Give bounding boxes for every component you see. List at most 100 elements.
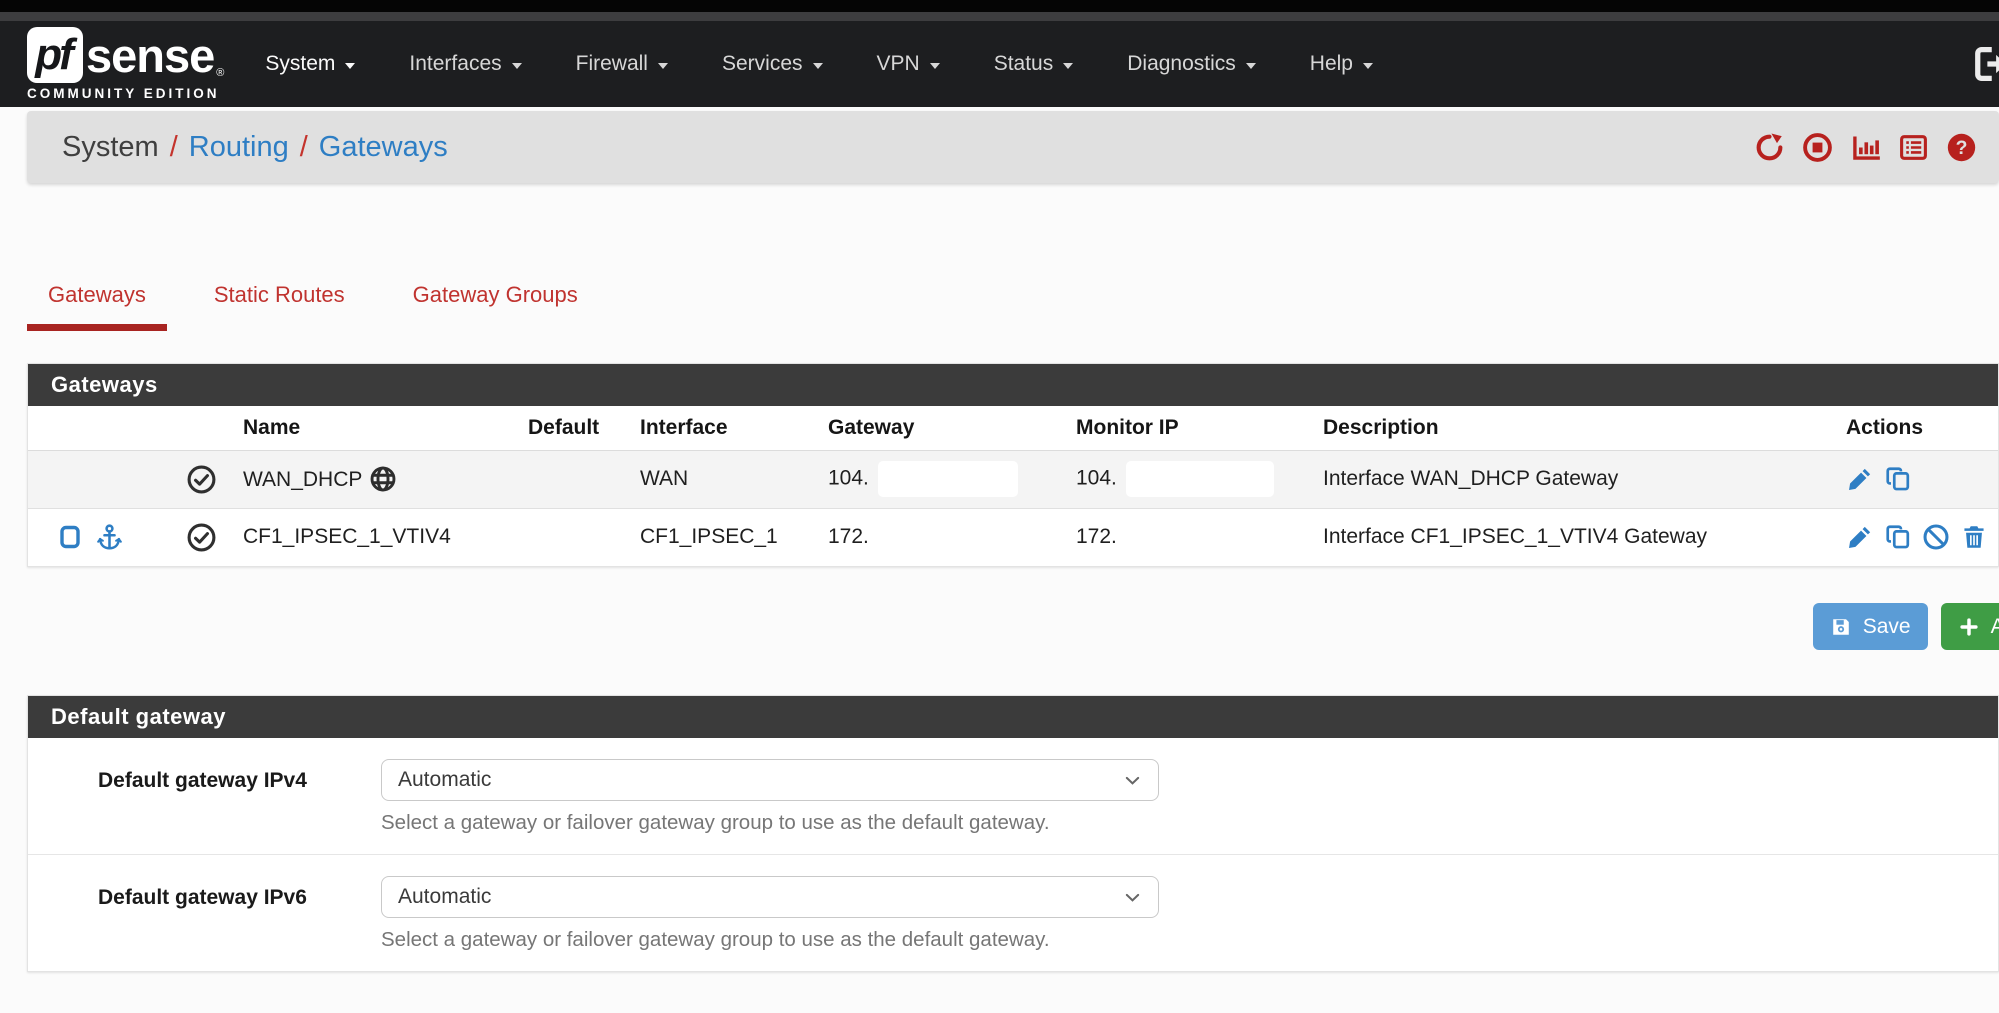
sign-out-icon[interactable] <box>1969 43 1999 85</box>
chevron-down-icon <box>1123 888 1142 907</box>
edit-icon[interactable] <box>1846 465 1874 493</box>
breadcrumb-separator: / <box>300 131 308 163</box>
gateways-table: Name Default Interface Gateway Monitor I… <box>28 406 1998 566</box>
help-icon[interactable]: ? <box>1946 132 1977 163</box>
nav-item-interfaces[interactable]: Interfaces <box>382 40 548 88</box>
actions-cell <box>1846 450 1998 508</box>
handles-cell <box>28 450 178 508</box>
field-row-ipv4: Default gateway IPv4 Automatic Select a … <box>28 738 1998 855</box>
selected-value: Automatic <box>398 768 491 792</box>
breadcrumb: System / Routing / Gateways <box>62 131 448 164</box>
nav-item-vpn[interactable]: VPN <box>850 40 967 88</box>
nav-item-label: Firewall <box>576 52 648 76</box>
breadcrumb-link-routing[interactable]: Routing <box>189 131 289 163</box>
default-gateway-panel-title: Default gateway <box>28 696 1998 738</box>
gateways-panel: Gateways Name Default Interface Gateway … <box>27 363 1999 567</box>
status-cell <box>178 450 243 508</box>
disable-icon[interactable] <box>1922 523 1950 551</box>
select-box-icon[interactable] <box>58 524 82 550</box>
nav-item-status[interactable]: Status <box>967 40 1101 88</box>
col-header-default: Default <box>528 406 640 450</box>
refresh-icon[interactable] <box>1754 132 1785 163</box>
status-cell <box>178 508 243 566</box>
nav-item-services[interactable]: Services <box>695 40 850 88</box>
check-circle-icon <box>186 464 243 495</box>
tab-gateways[interactable]: Gateways <box>27 269 167 331</box>
anchor-icon[interactable] <box>88 523 123 552</box>
community-edition-label: COMMUNITY EDITION <box>27 86 224 101</box>
field-row-ipv6: Default gateway IPv6 Automatic Select a … <box>28 855 1998 971</box>
gateways-panel-title: Gateways <box>28 364 1998 406</box>
col-header-monitor-ip: Monitor IP <box>1076 406 1323 450</box>
interface-cell: CF1_IPSEC_1 <box>640 508 828 566</box>
window-top-strip <box>0 0 1999 12</box>
chevron-down-icon <box>1123 771 1142 790</box>
add-button[interactable]: Add <box>1941 603 1999 650</box>
gateway-name-cell: CF1_IPSEC_1_VTIV4 <box>243 508 528 566</box>
chart-bar-icon[interactable] <box>1850 132 1881 163</box>
default-cell <box>528 450 640 508</box>
nav-item-help[interactable]: Help <box>1283 40 1400 88</box>
table-buttons-row: Save Add <box>27 603 1999 650</box>
default-cell <box>528 508 640 566</box>
col-header-actions: Actions <box>1846 406 1998 450</box>
ipv6-help-text: Select a gateway or failover gateway gro… <box>381 928 1159 952</box>
tab-static-routes[interactable]: Static Routes <box>193 269 366 331</box>
table-header-row: Name Default Interface Gateway Monitor I… <box>28 406 1998 450</box>
tab-gateway-groups[interactable]: Gateway Groups <box>392 269 599 331</box>
nav-item-system[interactable]: System <box>238 40 382 88</box>
gateway-name-cell: WAN_DHCP <box>243 450 528 508</box>
monitor-ip: 104. <box>1076 467 1117 490</box>
default-gateway-ipv6-label: Default gateway IPv6 <box>98 876 381 910</box>
pfsense-logo[interactable]: pf sense ® COMMUNITY EDITION <box>27 27 224 101</box>
nav-item-diagnostics[interactable]: Diagnostics <box>1100 40 1283 88</box>
registered-mark: ® <box>216 67 224 79</box>
svg-text:?: ? <box>1956 137 1968 159</box>
logo-sense-text: sense <box>86 32 214 79</box>
caret-down-icon <box>1246 63 1256 69</box>
caret-down-icon <box>930 63 940 69</box>
col-header-status <box>178 406 243 450</box>
window-secondary-strip <box>0 12 1999 21</box>
default-gateway-panel: Default gateway Default gateway IPv4 Aut… <box>27 695 1999 972</box>
ipv4-help-text: Select a gateway or failover gateway gro… <box>381 811 1159 835</box>
gateway-name: WAN_DHCP <box>243 468 362 491</box>
col-header-gateway: Gateway <box>828 406 1076 450</box>
interface-cell: WAN <box>640 450 828 508</box>
description-cell: Interface CF1_IPSEC_1_VTIV4 Gateway <box>1323 508 1846 566</box>
save-button[interactable]: Save <box>1813 603 1928 650</box>
actions-cell <box>1846 508 1998 566</box>
gateway-ip-cell: 104. <box>828 450 1076 508</box>
gateway-ip: 172. <box>828 525 869 548</box>
stop-icon[interactable] <box>1802 132 1833 163</box>
logo-row: pf sense ® <box>27 27 224 83</box>
handles-cell <box>28 508 178 566</box>
pf-logo-box: pf <box>27 27 83 83</box>
col-header-description: Description <box>1323 406 1846 450</box>
nav-item-label: Help <box>1310 52 1353 76</box>
nav-item-label: VPN <box>877 52 920 76</box>
default-gateway-ipv6-select[interactable]: Automatic <box>381 876 1159 918</box>
default-gateway-ipv4-select[interactable]: Automatic <box>381 759 1159 801</box>
nav-item-label: Status <box>994 52 1054 76</box>
nav-item-firewall[interactable]: Firewall <box>549 40 695 88</box>
delete-icon[interactable] <box>1960 523 1988 551</box>
redacted-ip-box <box>878 461 1018 497</box>
caret-down-icon <box>813 63 823 69</box>
nav-menu: System Interfaces Firewall Services VPN … <box>238 40 1400 88</box>
copy-icon[interactable] <box>1884 523 1912 551</box>
globe-icon <box>362 468 397 491</box>
page-title-bar: System / Routing / Gateways ? <box>27 111 1999 183</box>
breadcrumb-section: System <box>62 131 159 163</box>
caret-down-icon <box>512 63 522 69</box>
log-icon[interactable] <box>1898 132 1929 163</box>
copy-icon[interactable] <box>1884 465 1912 493</box>
breadcrumb-link-gateways[interactable]: Gateways <box>319 131 448 163</box>
breadcrumb-separator: / <box>170 131 178 163</box>
edit-icon[interactable] <box>1846 523 1874 551</box>
save-button-label: Save <box>1863 615 1911 639</box>
save-icon <box>1830 616 1852 638</box>
caret-down-icon <box>658 63 668 69</box>
gateway-name: CF1_IPSEC_1_VTIV4 <box>243 525 451 548</box>
monitor-ip: 172. <box>1076 525 1117 548</box>
